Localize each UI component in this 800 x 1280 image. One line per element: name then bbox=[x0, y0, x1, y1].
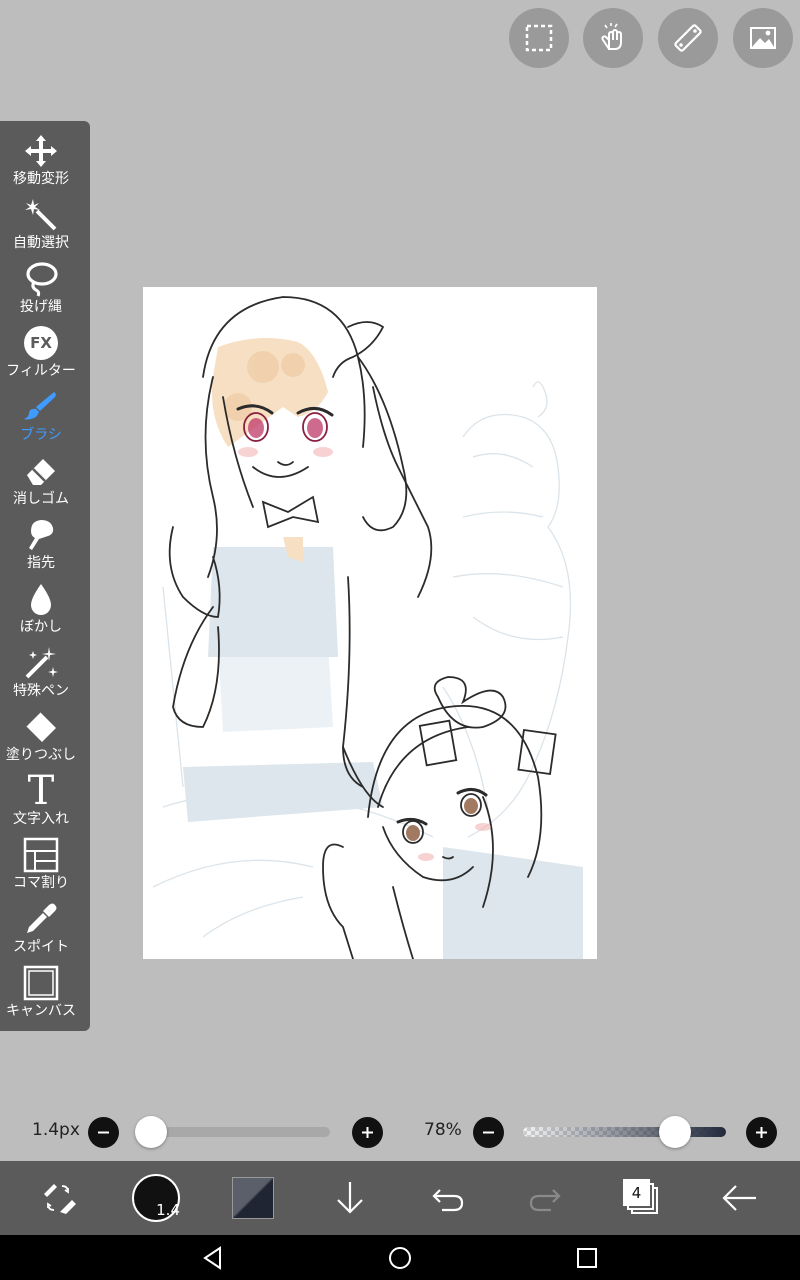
tool-label: ぼかし bbox=[20, 619, 62, 635]
brush-icon bbox=[21, 387, 61, 427]
brush-size-increase-button[interactable] bbox=[352, 1117, 383, 1148]
tool-label: コマ割り bbox=[13, 875, 69, 891]
tool-smudge[interactable]: 指先 bbox=[0, 515, 82, 579]
tool-brush[interactable]: ブラシ bbox=[0, 387, 82, 451]
brush-size-value: 1.4px bbox=[32, 1120, 80, 1140]
selection-tool-button[interactable] bbox=[509, 8, 569, 68]
ruler-button[interactable] bbox=[658, 8, 718, 68]
brush-size-track[interactable] bbox=[150, 1127, 330, 1137]
tool-label: 指先 bbox=[27, 555, 55, 571]
tool-lasso[interactable]: 投げ縄 bbox=[0, 259, 82, 323]
tool-label: ブラシ bbox=[20, 427, 62, 443]
tool-move-transform[interactable]: 移動変形 bbox=[0, 131, 82, 195]
tool-label: 文字入れ bbox=[13, 811, 69, 827]
color-swatch bbox=[232, 1177, 274, 1219]
brush-size-decrease-button[interactable] bbox=[88, 1117, 119, 1148]
undo-button[interactable] bbox=[408, 1161, 488, 1235]
hand-tool-button[interactable] bbox=[583, 8, 643, 68]
tool-auto-select[interactable]: 自動選択 bbox=[0, 195, 82, 259]
selection-rect-icon bbox=[525, 24, 553, 52]
tool-label: キャンバス bbox=[6, 1003, 76, 1019]
opacity-value: 78% bbox=[424, 1120, 462, 1140]
eyedropper-icon bbox=[21, 899, 61, 939]
layers-icon: 4 bbox=[622, 1178, 662, 1218]
paint-bucket-icon bbox=[21, 707, 61, 747]
layers-button[interactable]: 4 bbox=[602, 1161, 682, 1235]
canvas-square-icon bbox=[21, 963, 61, 1003]
save-down-button[interactable] bbox=[310, 1161, 390, 1235]
gallery-button[interactable] bbox=[733, 8, 793, 68]
tool-label: フィルター bbox=[6, 363, 76, 379]
triangle-back-icon bbox=[203, 1245, 221, 1270]
fx-icon: FX bbox=[21, 323, 61, 363]
minus-icon bbox=[483, 1131, 494, 1134]
tool-palette: 移動変形 自動選択 投げ縄 FX フィルター ブラシ 消しゴム 指先 ぼかし 特… bbox=[0, 121, 90, 1031]
hand-icon bbox=[601, 23, 622, 50]
tool-label: 自動選択 bbox=[13, 235, 69, 251]
tool-fill[interactable]: 塗りつぶし bbox=[0, 707, 82, 771]
lasso-icon bbox=[21, 259, 61, 299]
image-icon bbox=[750, 27, 776, 49]
arrow-down-icon bbox=[337, 1182, 363, 1214]
text-t-icon: T bbox=[27, 768, 55, 814]
tool-label: 移動変形 bbox=[13, 171, 69, 187]
nav-home-button[interactable] bbox=[360, 1235, 440, 1280]
eraser-icon bbox=[21, 451, 61, 491]
magic-wand-icon bbox=[21, 195, 61, 235]
nav-recents-button[interactable] bbox=[547, 1235, 627, 1280]
redo-icon bbox=[529, 1189, 561, 1212]
tool-label: 投げ縄 bbox=[20, 299, 62, 315]
brush-size-preview-button[interactable]: 1.4 bbox=[116, 1161, 196, 1235]
ruler-icon bbox=[674, 24, 702, 52]
brush-size-thumb[interactable] bbox=[135, 1116, 167, 1148]
opacity-track[interactable] bbox=[523, 1127, 726, 1137]
circle-home-icon bbox=[389, 1246, 411, 1269]
panel-layout-icon bbox=[21, 835, 61, 875]
color-swatch-button[interactable] bbox=[213, 1161, 293, 1235]
tool-blur[interactable]: ぼかし bbox=[0, 579, 82, 643]
brush-size-badge: 1.4 bbox=[156, 1201, 180, 1219]
pen-eraser-toggle-button[interactable] bbox=[18, 1161, 98, 1235]
opacity-decrease-button[interactable] bbox=[473, 1117, 504, 1148]
tool-eraser[interactable]: 消しゴム bbox=[0, 451, 82, 515]
move-arrows-icon bbox=[21, 131, 61, 171]
square-recents-icon bbox=[577, 1247, 597, 1268]
tool-eyedropper[interactable]: スポイト bbox=[0, 899, 82, 963]
tool-label: 塗りつぶし bbox=[5, 747, 77, 763]
opacity-thumb[interactable] bbox=[659, 1116, 691, 1148]
tool-special-pen[interactable]: 特殊ペン bbox=[0, 643, 82, 707]
minus-icon bbox=[98, 1131, 109, 1134]
finger-icon bbox=[21, 515, 61, 555]
arrow-left-icon bbox=[722, 1185, 756, 1211]
plus-icon bbox=[756, 1127, 767, 1138]
pen-eraser-swap-icon bbox=[44, 1184, 76, 1214]
tool-label: 消しゴム bbox=[13, 491, 69, 507]
layer-count: 4 bbox=[623, 1179, 650, 1206]
opacity-increase-button[interactable] bbox=[746, 1117, 777, 1148]
undo-icon bbox=[432, 1189, 464, 1212]
tool-canvas[interactable]: キャンバス bbox=[0, 963, 82, 1027]
artwork bbox=[152, 296, 583, 959]
drawing-canvas[interactable] bbox=[143, 287, 597, 959]
droplet-icon bbox=[21, 579, 61, 619]
tool-text[interactable]: T 文字入れ bbox=[0, 771, 82, 835]
tool-frame-divider[interactable]: コマ割り bbox=[0, 835, 82, 899]
tool-filter[interactable]: FX フィルター bbox=[0, 323, 82, 387]
sparkle-pen-icon bbox=[21, 643, 61, 683]
color-circle: 1.4 bbox=[132, 1174, 180, 1222]
system-navigation-bar bbox=[0, 1235, 800, 1280]
back-button[interactable] bbox=[700, 1161, 780, 1235]
bottom-toolbar: 1.4 4 bbox=[0, 1161, 800, 1235]
tool-label: 特殊ペン bbox=[13, 683, 69, 699]
redo-button[interactable] bbox=[505, 1161, 585, 1235]
tool-label: スポイト bbox=[13, 939, 69, 955]
nav-back-button[interactable] bbox=[173, 1235, 253, 1280]
plus-icon bbox=[362, 1127, 373, 1138]
